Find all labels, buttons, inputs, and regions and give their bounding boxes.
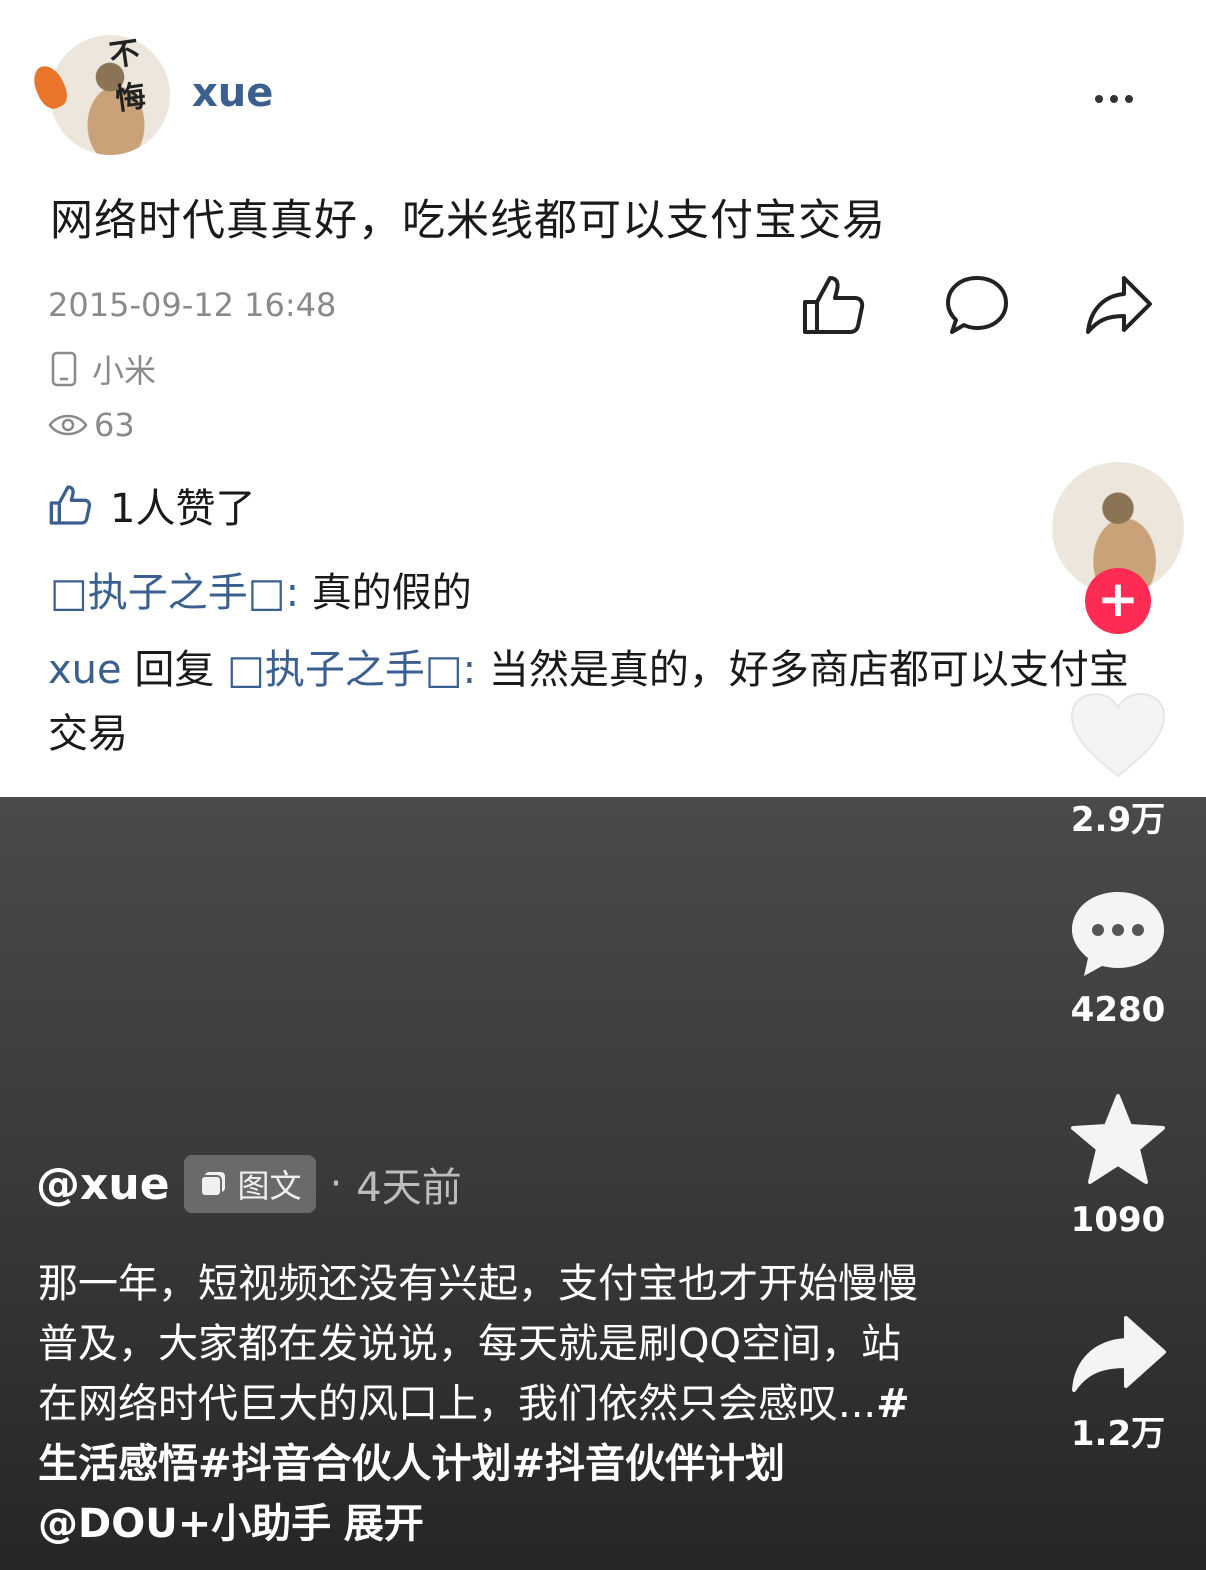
gallery-icon (199, 1172, 225, 1197)
thumbs-up-icon (803, 276, 865, 334)
like-button[interactable] (800, 272, 866, 342)
image-text-tag: 图文 (183, 1155, 316, 1213)
speech-bubble-icon (946, 276, 1008, 334)
share-arrow-icon (1086, 276, 1152, 334)
comment-button[interactable] (944, 272, 1010, 342)
post-author-name[interactable]: xue (192, 70, 273, 116)
reply-target[interactable]: □执子之手□ (227, 647, 463, 693)
post-content: 网络时代真真好，吃米线都可以支付宝交易 (50, 196, 886, 246)
heart-icon (1070, 692, 1166, 778)
thumbs-up-small-icon (49, 485, 92, 525)
video-author-handle[interactable]: @xue (36, 1159, 170, 1210)
video-caption[interactable]: 那一年，短视频还没有兴起，支付宝也才开始慢慢普及，大家都在发说说，每天就是刷QQ… (38, 1254, 938, 1554)
phone-icon (51, 351, 77, 387)
comment-separator: : (462, 647, 477, 693)
likes-text: 1人赞了 (110, 486, 256, 532)
post-age: 4天前 (356, 1165, 462, 1211)
follow-button[interactable]: + (1085, 568, 1151, 634)
comment-count: 4280 (1070, 990, 1166, 1030)
comment-item[interactable]: xue 回复 □执子之手□: 当然是真的，好多商店都可以支付宝交易 (48, 638, 1148, 766)
dot-separator: · (329, 1161, 343, 1207)
views-number: 63 (94, 406, 135, 444)
device-name: 小米 (92, 352, 157, 390)
share-button[interactable] (1084, 272, 1154, 342)
comment-action[interactable]: 4280 (1056, 888, 1180, 1030)
video-author-row: @xue 图文 · 4天前 (36, 1155, 462, 1213)
view-count: 63 (48, 406, 135, 444)
like-action[interactable]: 2.9万 (1056, 690, 1180, 841)
share-count: 1.2万 (1070, 1414, 1166, 1454)
star-icon (1071, 1094, 1165, 1184)
share-action[interactable]: 1.2万 (1056, 1314, 1180, 1455)
share-curved-arrow-icon (1072, 1316, 1166, 1392)
more-options-icon[interactable] (1095, 88, 1145, 103)
avatar-calligraphy: 不悔 (107, 35, 148, 118)
likes-summary[interactable]: 1人赞了 (48, 476, 255, 534)
device-info: 小米 (50, 346, 156, 392)
like-count: 2.9万 (1070, 800, 1166, 840)
favorite-action[interactable]: 1090 (1056, 1092, 1180, 1240)
comment-separator: : (285, 570, 300, 616)
comment-author[interactable]: □执子之手□ (50, 570, 286, 616)
post-timestamp: 2015-09-12 16:48 (48, 286, 337, 324)
caption-text: 那一年，短视频还没有兴起，支付宝也才开始慢慢普及，大家都在发说说，每天就是刷QQ… (38, 1261, 918, 1427)
comment-dots-icon (1072, 892, 1164, 976)
tag-label: 图文 (237, 1167, 302, 1205)
comment-text: 真的假的 (311, 570, 472, 616)
expand-button[interactable]: 展开 (344, 1501, 424, 1547)
comment-item[interactable]: □执子之手□: 真的假的 (50, 560, 472, 618)
favorite-count: 1090 (1070, 1200, 1166, 1240)
reply-word: 回复 (134, 647, 215, 693)
koi-decoration (28, 61, 72, 113)
post-card: 不悔 xue 网络时代真真好，吃米线都可以支付宝交易 2015-09-12 16… (0, 0, 1206, 800)
reply-author[interactable]: xue (48, 647, 122, 693)
author-avatar[interactable]: 不悔 (28, 35, 170, 155)
eye-icon (48, 414, 88, 436)
